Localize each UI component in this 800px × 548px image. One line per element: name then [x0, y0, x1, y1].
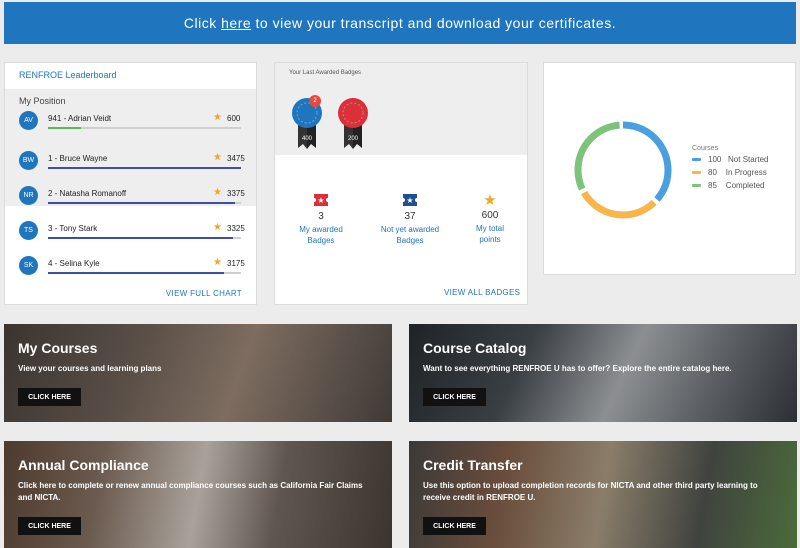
badge-stat-value: 37 [404, 211, 416, 222]
badge-ribbon-icon[interactable]: 200 [335, 96, 371, 152]
tile-title: My Courses [18, 340, 98, 356]
courses-card: Courses 100 Not Started 80 In Progress 8… [543, 62, 796, 275]
tile-description: View your courses and learning plans [18, 364, 162, 373]
ticket-star-icon: ★ [375, 194, 445, 209]
avatar: AV [19, 111, 38, 130]
my-courses-tile: My Courses View your courses and learnin… [4, 324, 392, 422]
courses-donut-chart [574, 121, 672, 219]
legend-title: Courses [692, 145, 719, 152]
avatar: SK [19, 256, 38, 275]
ticket-star-icon: ★ [286, 194, 356, 209]
progress-fill [48, 167, 241, 169]
banner-text-post: to view your transcript and download you… [251, 15, 617, 31]
leaderboard-name: 3 - Tony Stark [48, 224, 98, 233]
last-badges-title: Your Last Awarded Badges [289, 70, 362, 76]
leaderboard-points: 3325 [227, 224, 245, 233]
tile-description: Use this option to upload completion rec… [423, 481, 758, 502]
avatar: NR [19, 186, 38, 205]
tile-title: Annual Compliance [18, 457, 149, 473]
star-icon: ★ [213, 152, 222, 163]
annual-compliance-button[interactable]: CLICK HERE [18, 517, 81, 535]
svg-text:★: ★ [317, 196, 324, 205]
badge-count-badge: 2 [309, 95, 321, 107]
legend-item-completed[interactable]: 85 Completed [692, 181, 769, 190]
star-icon: ★ [213, 112, 222, 123]
progress-bar [48, 202, 241, 204]
courses-legend: Courses 100 Not Started 80 In Progress 8… [692, 145, 769, 194]
badge-stat-label[interactable]: My awarded Badges [286, 224, 356, 246]
leaderboard-row: NR 2 - Natasha Romanoff ★ 3375 [19, 186, 247, 208]
leaderboard-name: 1 - Bruce Wayne [48, 154, 108, 163]
badge-stat-label[interactable]: My total points [455, 223, 525, 245]
badge-stat-points: ★ 600 My total points [455, 192, 525, 245]
progress-fill [48, 202, 236, 204]
progress-bar [48, 237, 241, 239]
badge-value: 400 [302, 136, 313, 142]
course-catalog-tile: Course Catalog Want to see everything RE… [409, 324, 797, 422]
progress-fill [48, 237, 234, 239]
badge-stat-value: 3 [318, 211, 324, 222]
svg-text:★: ★ [406, 196, 413, 205]
leaderboard-points: 3475 [227, 154, 245, 163]
credit-transfer-tile: Credit Transfer Use this option to uploa… [409, 441, 797, 548]
view-full-chart-link[interactable]: VIEW FULL CHART [166, 289, 242, 298]
progress-bar [48, 127, 241, 129]
leaderboard-points: 3375 [227, 189, 245, 198]
transcript-banner: Click here to view your transcript and d… [4, 2, 796, 44]
leaderboard-card: RENFROE Leaderboard My Position AV 941 -… [4, 62, 257, 305]
annual-compliance-tile: Annual Compliance Click here to complete… [4, 441, 392, 548]
badge-stat-value: 600 [481, 210, 499, 221]
tile-description: Want to see everything RENFROE U has to … [423, 364, 732, 373]
badge-value: 200 [348, 136, 359, 142]
legend-item-in-progress[interactable]: 80 In Progress [692, 168, 769, 177]
badge-stat-not-awarded: ★ 37 Not yet awarded Badges [375, 194, 445, 246]
badge-stat-awarded: ★ 3 My awarded Badges [286, 194, 356, 246]
leaderboard-title[interactable]: RENFROE Leaderboard [19, 70, 117, 80]
course-catalog-button[interactable]: CLICK HERE [423, 388, 486, 406]
leaderboard-name: 941 - Adrian Veidt [48, 114, 112, 123]
progress-fill [48, 272, 224, 274]
leaderboard-name: 4 - Selina Kyle [48, 259, 100, 268]
leaderboard-row: BW 1 - Bruce Wayne ★ 3475 [19, 151, 247, 173]
tile-description: Click here to complete or renew annual c… [18, 481, 363, 502]
my-position-label: My Position [19, 96, 66, 106]
progress-bar [48, 272, 241, 274]
leaderboard-row: TS 3 - Tony Stark ★ 3325 [19, 221, 247, 243]
avatar: TS [19, 221, 38, 240]
leaderboard-row: SK 4 - Selina Kyle ★ 3175 [19, 256, 247, 278]
progress-fill [48, 127, 81, 129]
avatar: BW [19, 151, 38, 170]
credit-transfer-button[interactable]: CLICK HERE [423, 517, 486, 535]
leaderboard-name: 2 - Natasha Romanoff [48, 189, 127, 198]
leaderboard-points: 3175 [227, 259, 245, 268]
banner-text-pre: Click [183, 15, 222, 31]
star-icon: ★ [213, 187, 222, 198]
star-icon: ★ [213, 222, 222, 233]
star-icon: ★ [483, 192, 497, 209]
star-icon: ★ [213, 257, 222, 268]
leaderboard-row-me: AV 941 - Adrian Veidt ★ 600 [19, 111, 247, 133]
progress-bar [48, 167, 241, 169]
legend-item-not-started[interactable]: 100 Not Started [692, 155, 769, 164]
banner-here-link[interactable]: here [221, 15, 251, 31]
tile-title: Credit Transfer [423, 457, 523, 473]
badge-stat-label[interactable]: Not yet awarded Badges [375, 224, 445, 246]
my-courses-button[interactable]: CLICK HERE [18, 388, 81, 406]
tile-title: Course Catalog [423, 340, 527, 356]
leaderboard-points: 600 [227, 114, 241, 123]
